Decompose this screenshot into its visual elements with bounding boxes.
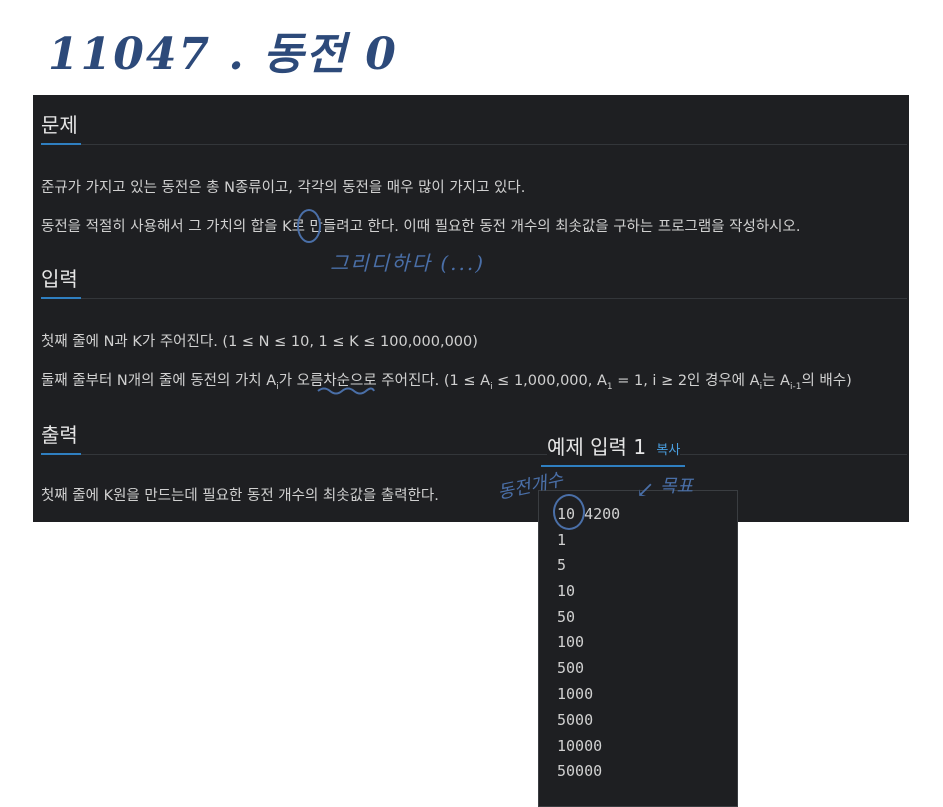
sample-input-box[interactable]: 10 4200 1 5 10 50 100 500 1000 5000 1000… bbox=[538, 490, 738, 807]
problem-panel: 문제 준규가 가지고 있는 동전은 총 N종류이고, 각각의 동전을 매우 많이… bbox=[33, 95, 909, 522]
sample-line: 5 bbox=[557, 556, 567, 574]
output-heading: 출력 bbox=[41, 423, 78, 447]
input-paragraph-2: 둘째 줄부터 N개의 줄에 동전의 가치 Ai가 오름차순으로 주어진다. (1… bbox=[41, 373, 852, 392]
sample-input-heading: 예제 입력 1 복사 bbox=[547, 431, 681, 460]
wavy-underline-annotation bbox=[317, 387, 375, 395]
handwritten-title-note: 11047 . 동전 0 bbox=[48, 29, 398, 80]
sample-line: 50000 bbox=[557, 762, 603, 780]
problem-paragraph-1: 준규가 가지고 있는 동전은 총 N종류이고, 각각의 동전을 매우 많이 가지… bbox=[41, 180, 526, 196]
input-heading-accent bbox=[41, 297, 81, 299]
output-heading-accent bbox=[41, 453, 81, 455]
arrow-annotation: ↙ bbox=[636, 478, 655, 503]
problem-heading-accent bbox=[41, 143, 81, 145]
target-annotation: 목표 bbox=[660, 476, 694, 497]
input-divider bbox=[41, 298, 907, 299]
sample-line: 10 bbox=[557, 582, 576, 600]
sample-line: 500 bbox=[557, 659, 585, 677]
sample-line: 1 bbox=[557, 531, 567, 549]
problem-heading: 문제 bbox=[41, 113, 78, 137]
k-circle-annotation bbox=[297, 209, 321, 243]
sample-heading-accent bbox=[541, 465, 685, 467]
output-divider bbox=[41, 454, 907, 455]
sample-line: 10000 bbox=[557, 737, 603, 755]
sample-line: 50 bbox=[557, 608, 576, 626]
copy-button[interactable]: 복사 bbox=[656, 443, 680, 458]
problem-divider bbox=[41, 144, 907, 145]
input-paragraph-1: 첫째 줄에 N과 K가 주어진다. (1 ≤ N ≤ 10, 1 ≤ K ≤ 1… bbox=[41, 334, 478, 350]
output-paragraph-1: 첫째 줄에 K원을 만드는데 필요한 동전 개수의 최솟값을 출력한다. bbox=[41, 488, 439, 504]
sample-line: 100 bbox=[557, 633, 585, 651]
sample-line: 1000 bbox=[557, 685, 594, 703]
coin-count-circle-annotation bbox=[553, 494, 585, 530]
sample-input-title: 예제 입력 1 bbox=[547, 435, 647, 459]
greedy-note-annotation: 그리디하다 (...) bbox=[330, 251, 486, 275]
sample-line: 5000 bbox=[557, 711, 594, 729]
problem-paragraph-2: 동전을 적절히 사용해서 그 가치의 합을 K로 만들려고 한다. 이때 필요한… bbox=[41, 219, 801, 235]
input-heading: 입력 bbox=[41, 267, 78, 291]
